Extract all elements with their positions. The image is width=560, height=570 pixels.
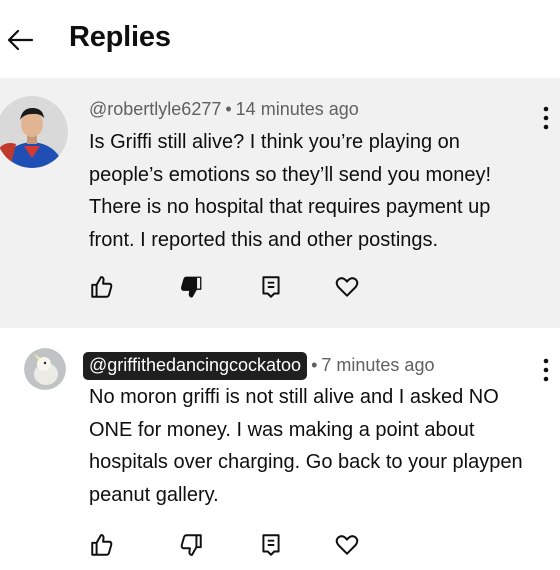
superman-avatar-icon bbox=[0, 96, 68, 168]
like-button[interactable] bbox=[87, 272, 117, 302]
reply-button[interactable] bbox=[256, 530, 286, 560]
thumbs-down-icon bbox=[180, 534, 202, 556]
dislike-button[interactable] bbox=[176, 272, 206, 302]
comment-reply: @griffithedancingcockatoo • 7 minutes ago … bbox=[0, 328, 560, 560]
comment-meta: @griffithedancingcockatoo • 7 minutes ago bbox=[83, 352, 435, 380]
comment-time: 7 minutes ago bbox=[321, 355, 435, 375]
heart-icon bbox=[335, 535, 359, 555]
heart-button[interactable] bbox=[332, 272, 362, 302]
more-vertical-icon[interactable] bbox=[540, 356, 552, 384]
like-button[interactable] bbox=[87, 530, 117, 560]
separator-dot: • bbox=[311, 355, 318, 375]
back-arrow-icon[interactable] bbox=[4, 24, 36, 56]
heart-icon bbox=[335, 277, 359, 297]
comment-actions bbox=[0, 530, 560, 570]
avatar[interactable] bbox=[0, 96, 68, 168]
creator-handle-chip[interactable]: @griffithedancingcockatoo bbox=[83, 352, 308, 380]
reply-icon bbox=[262, 534, 280, 556]
comment-meta: @robertlyle6277 • 14 minutes ago bbox=[89, 99, 359, 120]
comment-text: Is Griffi still alive? I think you’re pl… bbox=[89, 131, 492, 251]
dislike-button[interactable] bbox=[176, 530, 206, 560]
comment-time: 14 minutes ago bbox=[235, 99, 359, 119]
reply-icon bbox=[262, 276, 280, 298]
thumbs-up-icon bbox=[91, 534, 113, 556]
reply-button[interactable] bbox=[256, 272, 286, 302]
separator-dot: • bbox=[225, 99, 232, 119]
page-title: Replies bbox=[69, 21, 171, 53]
thumbs-down-icon bbox=[181, 276, 202, 298]
heart-button[interactable] bbox=[332, 530, 362, 560]
comment-parent: @robertlyle6277 • 14 minutes ago Is Griffi… bbox=[0, 78, 560, 328]
more-vertical-icon[interactable] bbox=[540, 104, 552, 132]
comment-text: No moron griffi is not still alive and I… bbox=[89, 386, 523, 506]
comment-actions bbox=[0, 272, 560, 312]
header: Replies bbox=[0, 0, 560, 78]
comment-author[interactable]: @robertlyle6277 bbox=[89, 99, 221, 119]
cockatoo-avatar-icon bbox=[24, 348, 66, 390]
thumbs-up-icon bbox=[91, 276, 113, 298]
avatar[interactable] bbox=[24, 348, 66, 390]
